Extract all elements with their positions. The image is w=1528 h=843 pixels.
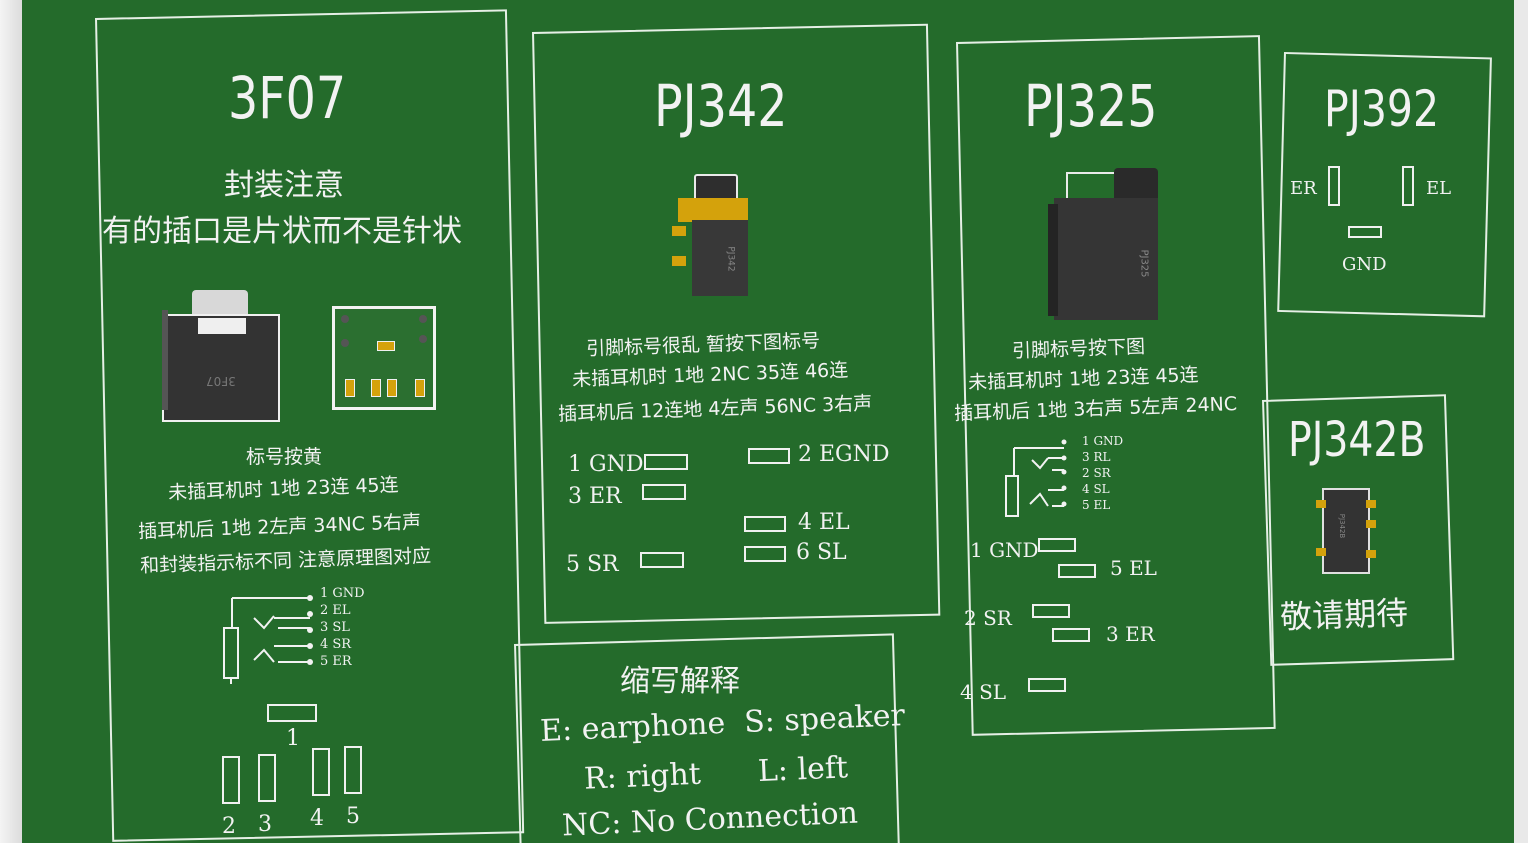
pj325-pin-3: 3 ER (1106, 622, 1155, 646)
3f07-line1: 标号按黄 (246, 446, 323, 468)
pj342-pad-4 (744, 516, 786, 532)
3f07-pad-label-2: 2 (222, 814, 236, 839)
pj325-pad-5 (1058, 564, 1096, 578)
pj342-pad-5 (640, 552, 684, 568)
pj342-pad-1 (644, 454, 688, 470)
3f07-pad-label-1: 1 (286, 726, 300, 751)
3f07-sch-3: 3 SL (320, 620, 350, 635)
pj342-pad-3 (642, 484, 686, 500)
3f07-pad-label-5: 5 (346, 804, 360, 829)
pj342-pin-6: 6 SL (796, 540, 847, 565)
jack-pj342b-3d-model: PJ342B (1316, 486, 1376, 576)
pj325-pin-2: 2 SR (964, 606, 1012, 630)
viewer-right-edge (1514, 0, 1528, 843)
pj325-line1: 引脚标号按下图 (1011, 335, 1146, 363)
pj392-label-gnd: GND (1342, 254, 1387, 275)
title-3f07: 3F07 (228, 64, 347, 132)
pj325-sch-3: 2 SR (1082, 466, 1111, 480)
title-pj342b: PJ342B (1288, 412, 1426, 468)
pj325-pin-1: 1 GND (970, 538, 1039, 562)
pj342-mark: PJ342 (725, 246, 736, 272)
pj342-pin-1: 1 GND (568, 452, 644, 477)
pj392-pad-gnd (1348, 226, 1382, 238)
3f07-sch-5: 5 ER (320, 654, 352, 669)
footprint-3f07-3d (332, 306, 436, 410)
pj342b-mark: PJ342B (1338, 513, 1347, 539)
pj325-pad-4 (1028, 678, 1066, 692)
jack-3f07-mark: 3F07 (206, 374, 236, 388)
title-pj325: PJ325 (1024, 72, 1158, 140)
jack-pj325-3d-model: PJ325 (1048, 168, 1160, 324)
pj392-pad-er (1328, 166, 1340, 206)
3f07-schematic (223, 595, 313, 684)
pj325-sch-5: 5 EL (1082, 498, 1111, 512)
pj325-pin-4: 4 SL (960, 680, 1007, 704)
pj392-pad-el (1402, 166, 1414, 206)
abbr-title: 缩写解释 (620, 664, 740, 699)
jack-3f07-3d-model: 3F07 (162, 290, 280, 422)
note-heading: 封装注意 (224, 168, 344, 203)
pj342-pad-6 (744, 546, 786, 562)
3f07-sch-2: 2 EL (320, 603, 351, 618)
pj325-sch-4: 4 SL (1082, 482, 1110, 496)
pj325-pad-1 (1038, 538, 1076, 552)
3f07-sch-1: 1 GND (320, 586, 365, 601)
3f07-pad-3 (258, 754, 276, 802)
pj325-mark: PJ325 (1138, 249, 1150, 278)
3f07-sch-4: 4 SR (320, 637, 352, 652)
pj342-pin-2: 2 EGND (798, 442, 890, 467)
3f07-pad-5 (344, 746, 362, 794)
viewer-left-edge (0, 0, 22, 843)
pj325-sch-2: 3 RL (1082, 450, 1111, 464)
title-pj342: PJ342 (654, 72, 788, 140)
3f07-pad-4 (312, 748, 330, 796)
jack-pj342-3d-model: PJ342 (672, 174, 750, 298)
note-text: 有的插口是片状而不是针状 (102, 214, 462, 249)
pj342-pin-5: 5 SR (566, 552, 619, 577)
pj325-pad-2 (1032, 604, 1070, 618)
3f07-pad-1 (267, 704, 317, 722)
3f07-pad-2 (222, 756, 240, 804)
title-pj392: PJ392 (1324, 80, 1440, 138)
pj325-pad-3 (1052, 628, 1090, 642)
pj342-pad-2 (748, 448, 790, 464)
pcb-board: 3F07 封装注意 有的插口是片状而不是针状 3F07 标号按黄 未插耳机时 1… (22, 0, 1528, 843)
pj325-schematic (1005, 439, 1067, 517)
pj392-label-el: EL (1426, 178, 1452, 199)
3f07-pad-label-3: 3 (258, 812, 272, 837)
pj342b-coming-soon: 敬请期待 (1279, 593, 1409, 637)
pj342-pin-3: 3 ER (568, 484, 622, 509)
3f07-pad-label-4: 4 (310, 806, 324, 831)
pj392-label-er: ER (1290, 178, 1317, 199)
pj325-pin-5: 5 EL (1110, 556, 1157, 580)
pj342-pin-4: 4 EL (798, 510, 850, 535)
pj325-sch-1: 1 GND (1082, 434, 1124, 448)
